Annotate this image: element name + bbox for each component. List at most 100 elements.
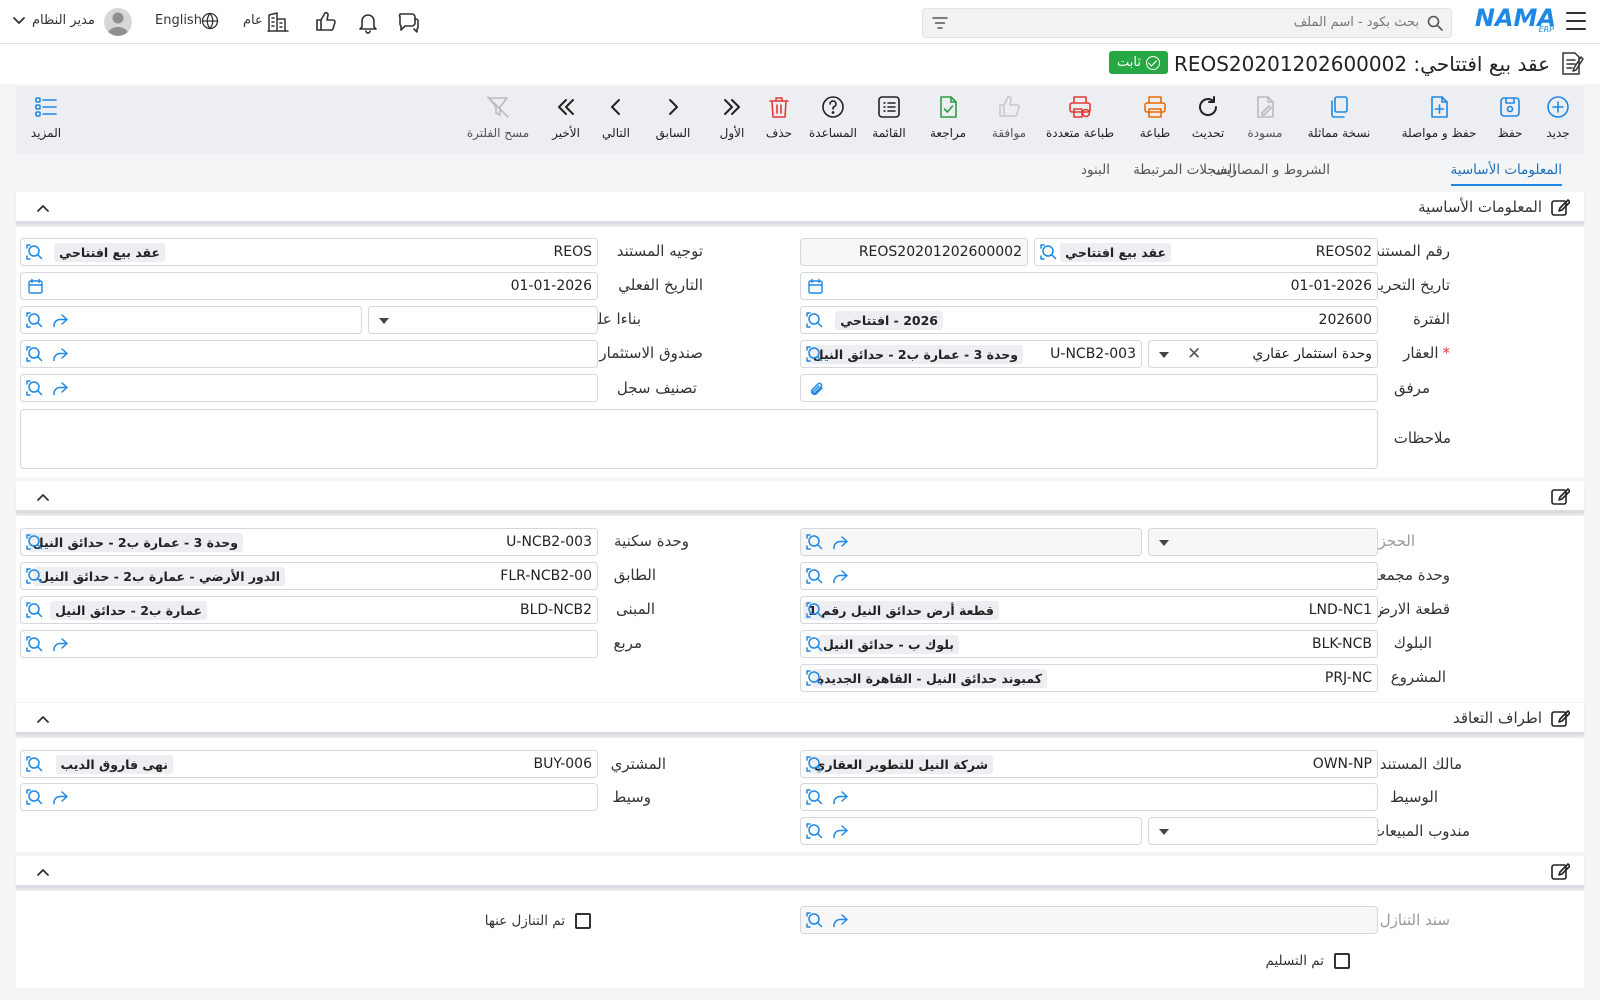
chevron-up-icon[interactable] <box>36 201 50 215</box>
unit-section-header[interactable] <box>16 481 1584 513</box>
save-button[interactable]: حفظ <box>1475 94 1545 140</box>
more-button[interactable]: المزيد <box>11 94 81 140</box>
lookup-search-icon[interactable] <box>805 755 823 773</box>
transfer-section-header[interactable] <box>16 856 1584 888</box>
doc-number-book-field[interactable]: REOS02 عقد بيع افتتاحي <box>1034 238 1378 266</box>
share-arrow-icon[interactable] <box>51 636 69 653</box>
lookup-search-icon[interactable] <box>25 379 43 397</box>
reservation-type-select[interactable] <box>1148 528 1378 556</box>
broker-field[interactable] <box>20 783 598 811</box>
lookup-search-icon[interactable] <box>25 243 43 261</box>
lookup-search-icon[interactable] <box>25 635 43 653</box>
share-arrow-icon[interactable] <box>831 823 849 840</box>
lookup-search-icon[interactable] <box>25 567 43 585</box>
company-label[interactable]: عام <box>243 13 263 28</box>
waived-checkbox[interactable] <box>575 913 591 929</box>
lookup-search-icon[interactable] <box>805 533 823 551</box>
lookup-search-icon[interactable] <box>25 755 43 773</box>
direction-field[interactable]: REOS عقد بيع افتتاحي <box>20 238 598 266</box>
lookup-search-icon[interactable] <box>805 669 823 687</box>
intermediary-field[interactable] <box>800 783 1378 811</box>
record-class-field[interactable] <box>20 374 598 402</box>
sales-rep-type-select[interactable] <box>1148 817 1378 845</box>
share-arrow-icon[interactable] <box>831 912 849 929</box>
share-arrow-icon[interactable] <box>51 312 69 329</box>
print-button[interactable]: طباعة <box>1120 94 1190 140</box>
duplicate-button[interactable]: نسخة مماثلة <box>1304 94 1374 140</box>
paperclip-icon[interactable] <box>809 380 825 398</box>
parties-section-header[interactable]: اطراف التعاقد <box>16 703 1584 735</box>
property-field[interactable]: U-NCB2-003 وحدة 3 - عمارة ب2 - حدائق الن… <box>800 340 1142 368</box>
lookup-search-icon[interactable] <box>805 788 823 806</box>
lookup-search-icon[interactable] <box>25 601 43 619</box>
menu-icon[interactable] <box>1566 12 1586 30</box>
tab-basic-info[interactable]: المعلومات الأساسية <box>1450 162 1563 186</box>
last-button[interactable]: الأخير <box>531 94 601 140</box>
based-on-field[interactable] <box>20 306 362 334</box>
calendar-icon[interactable] <box>27 278 44 295</box>
filter-icon[interactable] <box>931 15 949 31</box>
lookup-search-icon[interactable] <box>805 822 823 840</box>
global-search-input[interactable]: بحث بكود - اسم الملف <box>922 8 1452 38</box>
thumbs-up-icon[interactable] <box>314 10 338 34</box>
sales-rep-field[interactable] <box>800 817 1142 845</box>
owner-field[interactable]: OWN-NP شركة النيل للتطوير العقاري <box>800 750 1378 778</box>
doc-number-field[interactable]: REOS20201202600002 <box>800 238 1028 266</box>
lookup-search-icon[interactable] <box>25 311 43 329</box>
bell-icon[interactable] <box>356 10 380 34</box>
basic-info-section-header[interactable]: المعلومات الأساسية <box>16 192 1584 224</box>
share-arrow-icon[interactable] <box>51 380 69 397</box>
reservation-field[interactable] <box>800 528 1142 556</box>
lookup-search-icon[interactable] <box>25 788 43 806</box>
delivered-checkbox[interactable] <box>1334 953 1350 969</box>
issue-date-field[interactable]: 01-01-2026 <box>800 272 1378 300</box>
lookup-search-icon[interactable] <box>805 911 823 929</box>
fund-field[interactable] <box>20 340 598 368</box>
calendar-icon[interactable] <box>807 278 824 295</box>
chevron-up-icon[interactable] <box>36 712 50 726</box>
waiver-doc-field[interactable] <box>800 906 1378 934</box>
chevron-up-icon[interactable] <box>36 490 50 504</box>
tab-items[interactable]: البنود <box>1081 162 1110 178</box>
notes-textarea[interactable] <box>20 409 1378 469</box>
share-arrow-icon[interactable] <box>831 789 849 806</box>
user-name[interactable]: مدير النظام <box>32 13 95 28</box>
attachment-field[interactable] <box>800 374 1378 402</box>
project-field[interactable]: PRJ-NC كمبوند حدائق النيل - القاهرة الجد… <box>800 664 1378 692</box>
share-arrow-icon[interactable] <box>51 789 69 806</box>
lookup-search-icon[interactable] <box>805 311 823 329</box>
share-arrow-icon[interactable] <box>831 534 849 551</box>
tab-related-records[interactable]: السجلات المرتبطة <box>1133 162 1236 178</box>
approve-button[interactable]: موافقة <box>974 94 1044 140</box>
residential-unit-field[interactable]: U-NCB2-003 وحدة 3 - عمارة ب2 - حدائق الن… <box>20 528 598 556</box>
building-field[interactable]: BLD-NCB2 عمارة ب2 - حدائق النيل <box>20 596 598 624</box>
clear-icon[interactable]: ✕ <box>1187 346 1201 363</box>
lookup-search-icon[interactable] <box>805 635 823 653</box>
multi-print-button[interactable]: طباعة متعددة <box>1045 94 1115 140</box>
buyer-field[interactable]: BUY-006 نهى فاروق الديب <box>20 750 598 778</box>
lookup-search-icon[interactable] <box>25 345 43 363</box>
avatar[interactable] <box>104 8 132 36</box>
lookup-search-icon[interactable] <box>805 601 823 619</box>
chevron-up-icon[interactable] <box>36 865 50 879</box>
lookup-search-icon[interactable] <box>805 567 823 585</box>
square-field[interactable] <box>20 630 598 658</box>
period-field[interactable]: 202600 2026 - افتتاحي <box>800 306 1378 334</box>
property-type-select[interactable]: وحدة استثمار عقاري ✕ <box>1148 340 1378 368</box>
land-field[interactable]: LND-NC1 قطعة أرض حدائق النيل رقم 1 <box>800 596 1378 624</box>
actual-date-field[interactable]: 01-01-2026 <box>20 272 598 300</box>
lookup-search-icon[interactable] <box>1039 243 1057 261</box>
based-on-type-select[interactable] <box>368 306 598 334</box>
clear-filter-button[interactable]: مسح الفلترة <box>463 94 533 140</box>
chat-icon[interactable] <box>396 10 420 34</box>
lookup-search-icon[interactable] <box>25 533 43 551</box>
save-continue-button[interactable]: حفظ و مواصلة <box>1402 94 1476 140</box>
floor-field[interactable]: FLR-NCB2-00 الدور الأرضي - عمارة ب2 - حد… <box>20 562 598 590</box>
share-arrow-icon[interactable] <box>831 568 849 585</box>
combined-unit-field[interactable] <box>800 562 1378 590</box>
language-switch[interactable]: English <box>155 13 202 28</box>
chevron-down-icon[interactable] <box>12 14 26 28</box>
lookup-search-icon[interactable] <box>805 345 823 363</box>
share-arrow-icon[interactable] <box>51 346 69 363</box>
block-field[interactable]: BLK-NCB بلوك ب - حدائق النيل <box>800 630 1378 658</box>
